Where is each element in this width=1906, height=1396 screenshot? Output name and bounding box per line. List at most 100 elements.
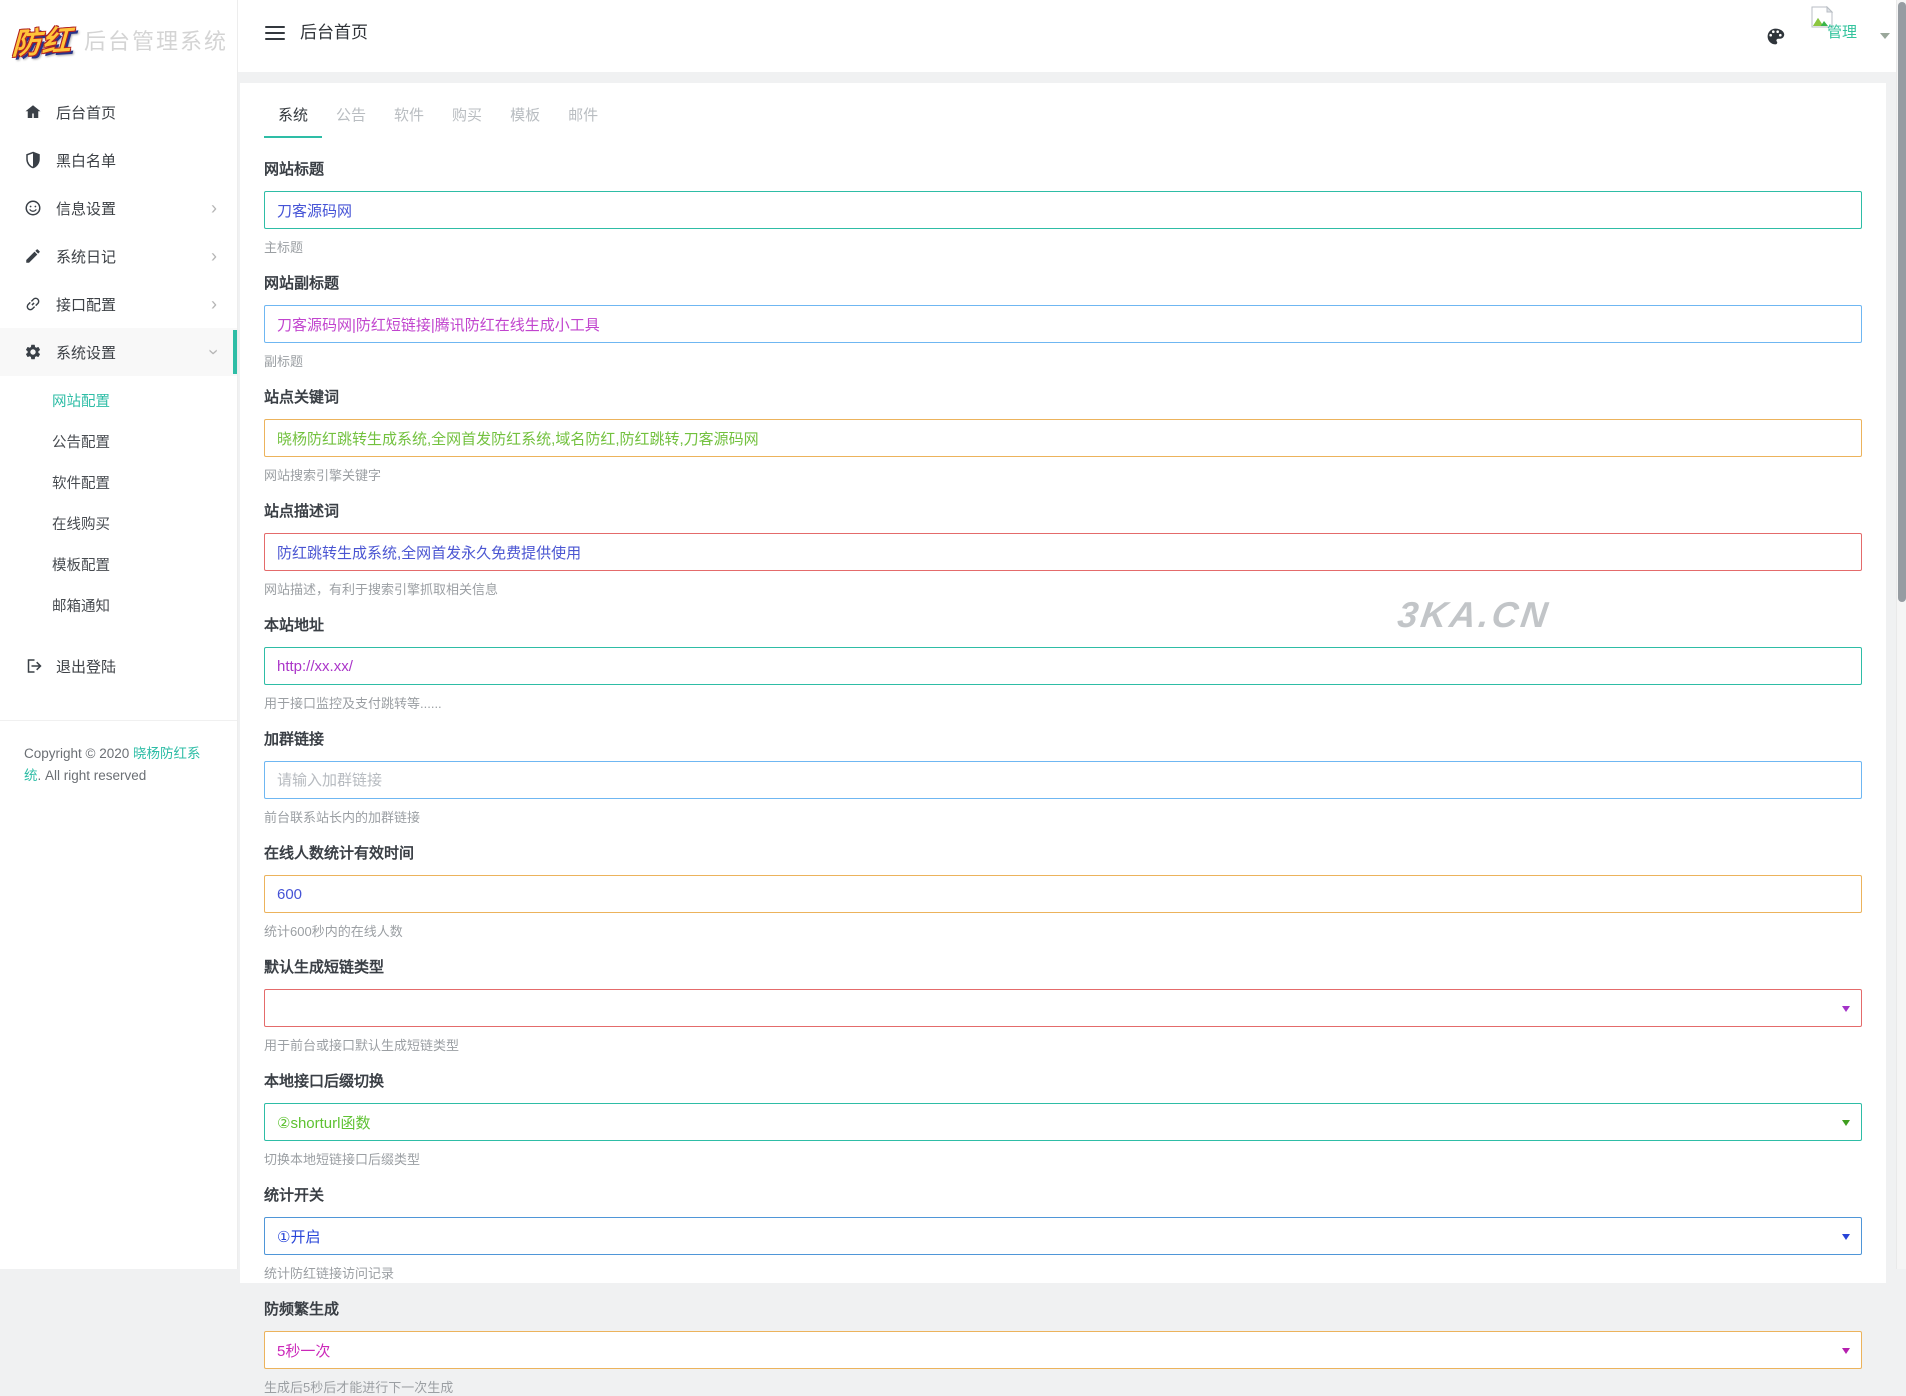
stats-switch-selected-value: ①开启 [277, 1226, 320, 1247]
field-default-shortlink-type: 默认生成短链类型用于前台或接口默认生成短链类型 [264, 956, 1862, 1054]
site-subtitle-helper: 副标题 [264, 351, 1862, 370]
dropdown-arrow-icon [1842, 1006, 1850, 1012]
anti-frequent-helper: 生成后5秒后才能进行下一次生成 [264, 1377, 1862, 1396]
sidebar-item-label: 黑白名单 [56, 150, 116, 171]
site-url-input[interactable] [264, 647, 1862, 685]
site-url-label: 本站地址 [264, 614, 1862, 635]
sidebar-subitem-soft[interactable]: 软件配置 [0, 462, 237, 503]
sidebar-item-logout[interactable]: 退出登陆 [0, 642, 237, 690]
group-link-label: 加群链接 [264, 728, 1862, 749]
sidebar-subitem-label: 网站配置 [52, 390, 110, 411]
shield-icon [24, 151, 42, 169]
sidebar-item-blacklist[interactable]: 黑白名单 [0, 136, 237, 184]
site-keywords-label: 站点关键词 [264, 386, 1862, 407]
field-site-description: 站点描述词网站描述，有利于搜索引擎抓取相关信息 [264, 500, 1862, 598]
brand-logo: 防红 [11, 17, 72, 63]
site-keywords-input[interactable] [264, 419, 1862, 457]
chevron-right-icon: › [211, 247, 217, 265]
dropdown-arrow-icon [1842, 1348, 1850, 1354]
page-title: 后台首页 [300, 18, 368, 43]
home-icon [24, 103, 42, 121]
field-stats-switch: 统计开关 ①开启统计防红链接访问记录 [264, 1184, 1862, 1282]
sidebar-subitem-notice[interactable]: 公告配置 [0, 421, 237, 462]
sidebar-item-label: 系统设置 [56, 342, 116, 363]
tab-system[interactable]: 系统 [264, 96, 322, 138]
tab-bar: 系统公告软件购买模板邮件 [264, 83, 1862, 138]
copyright-suffix: . All right reserved [38, 768, 147, 783]
menu-toggle-icon[interactable] [265, 26, 285, 42]
field-site-url: 本站地址用于接口监控及支付跳转等...... [264, 614, 1862, 712]
default-shortlink-type-helper: 用于前台或接口默认生成短链类型 [264, 1035, 1862, 1054]
brand: 防红 后台管理系统 [0, 0, 237, 62]
sidebar-item-info[interactable]: 信息设置 › [0, 184, 237, 232]
default-shortlink-type-select[interactable] [264, 989, 1862, 1027]
dropdown-arrow-icon [1842, 1120, 1850, 1126]
sidebar-item-label: 系统日记 [56, 246, 116, 267]
local-api-suffix-select[interactable]: ②shorturl函数 [264, 1103, 1862, 1141]
theme-palette-icon[interactable] [1765, 26, 1786, 47]
sidebar-item-home[interactable]: 后台首页 [0, 88, 237, 136]
sidebar-subitem-label: 软件配置 [52, 472, 110, 493]
brand-title: 后台管理系统 [84, 24, 228, 56]
local-api-suffix-label: 本地接口后缀切换 [264, 1070, 1862, 1091]
site-description-helper: 网站描述，有利于搜索引擎抓取相关信息 [264, 579, 1862, 598]
scrollbar-thumb[interactable] [1898, 2, 1906, 602]
site-subtitle-label: 网站副标题 [264, 272, 1862, 293]
dropdown-arrow-icon [1842, 1234, 1850, 1240]
chevron-right-icon: › [211, 295, 217, 313]
logout-label: 退出登陆 [56, 656, 116, 677]
sidebar-item-label: 后台首页 [56, 102, 116, 123]
sidebar: 防红 后台管理系统 后台首页黑白名单信息设置›系统日记›接口配置›系统设置› 网… [0, 0, 238, 1269]
online-time-helper: 统计600秒内的在线人数 [264, 921, 1862, 940]
settings-form: 网站标题主标题网站副标题副标题站点关键词网站搜索引擎关键字站点描述词网站描述，有… [264, 158, 1862, 1396]
local-api-suffix-helper: 切换本地短链接口后缀类型 [264, 1149, 1862, 1168]
site-description-input[interactable] [264, 533, 1862, 571]
site-subtitle-input[interactable] [264, 305, 1862, 343]
chevron-down-icon[interactable] [1880, 33, 1890, 39]
group-link-input[interactable] [264, 761, 1862, 799]
default-shortlink-type-label: 默认生成短链类型 [264, 956, 1862, 977]
sidebar-item-system[interactable]: 系统设置› [0, 328, 237, 376]
sidebar-subitem-site[interactable]: 网站配置 [0, 380, 237, 421]
copyright: Copyright © 2020 晓杨防红系统. All right reser… [0, 720, 237, 786]
tab-software[interactable]: 软件 [380, 96, 438, 138]
field-local-api-suffix: 本地接口后缀切换 ②shorturl函数切换本地短链接口后缀类型 [264, 1070, 1862, 1168]
sidebar-subitem-buy[interactable]: 在线购买 [0, 503, 237, 544]
sidebar-subitem-template[interactable]: 模板配置 [0, 544, 237, 585]
field-site-title: 网站标题主标题 [264, 158, 1862, 256]
sidebar-item-label: 信息设置 [56, 198, 116, 219]
site-url-helper: 用于接口监控及支付跳转等...... [264, 693, 1862, 712]
copyright-prefix: Copyright © 2020 [24, 746, 133, 761]
sidebar-nav: 后台首页黑白名单信息设置›系统日记›接口配置›系统设置› [0, 88, 237, 376]
scrollbar-track[interactable] [1896, 0, 1906, 1269]
tab-mail[interactable]: 邮件 [554, 96, 612, 138]
link-icon [24, 295, 42, 313]
sidebar-subitem-label: 公告配置 [52, 431, 110, 452]
tab-template[interactable]: 模板 [496, 96, 554, 138]
field-group-link: 加群链接前台联系站长内的加群链接 [264, 728, 1862, 826]
chevron-right-icon: › [211, 199, 217, 217]
sidebar-subitem-mail[interactable]: 邮箱通知 [0, 585, 237, 626]
online-time-input[interactable] [264, 875, 1862, 913]
user-name: 管理 [1827, 21, 1857, 42]
stats-switch-label: 统计开关 [264, 1184, 1862, 1205]
field-site-keywords: 站点关键词网站搜索引擎关键字 [264, 386, 1862, 484]
anti-frequent-select[interactable]: 5秒一次 [264, 1331, 1862, 1369]
tab-buy[interactable]: 购买 [438, 96, 496, 138]
online-time-label: 在线人数统计有效时间 [264, 842, 1862, 863]
anti-frequent-selected-value: 5秒一次 [277, 1340, 330, 1361]
sidebar-subnav: 网站配置公告配置软件配置在线购买模板配置邮箱通知 [0, 376, 237, 628]
tab-notice[interactable]: 公告 [322, 96, 380, 138]
local-api-suffix-selected-value: ②shorturl函数 [277, 1112, 370, 1133]
sidebar-item-api[interactable]: 接口配置› [0, 280, 237, 328]
sidebar-item-diary[interactable]: 系统日记 › [0, 232, 237, 280]
site-title-input[interactable] [264, 191, 1862, 229]
user-menu[interactable]: 管理 [1810, 0, 1868, 72]
stats-switch-helper: 统计防红链接访问记录 [264, 1263, 1862, 1282]
stats-switch-select[interactable]: ①开启 [264, 1217, 1862, 1255]
pen-icon [24, 247, 42, 265]
smiley-icon [24, 199, 42, 217]
site-keywords-helper: 网站搜索引擎关键字 [264, 465, 1862, 484]
content-card: 系统公告软件购买模板邮件 网站标题主标题网站副标题副标题站点关键词网站搜索引擎关… [240, 83, 1886, 1283]
site-description-label: 站点描述词 [264, 500, 1862, 521]
